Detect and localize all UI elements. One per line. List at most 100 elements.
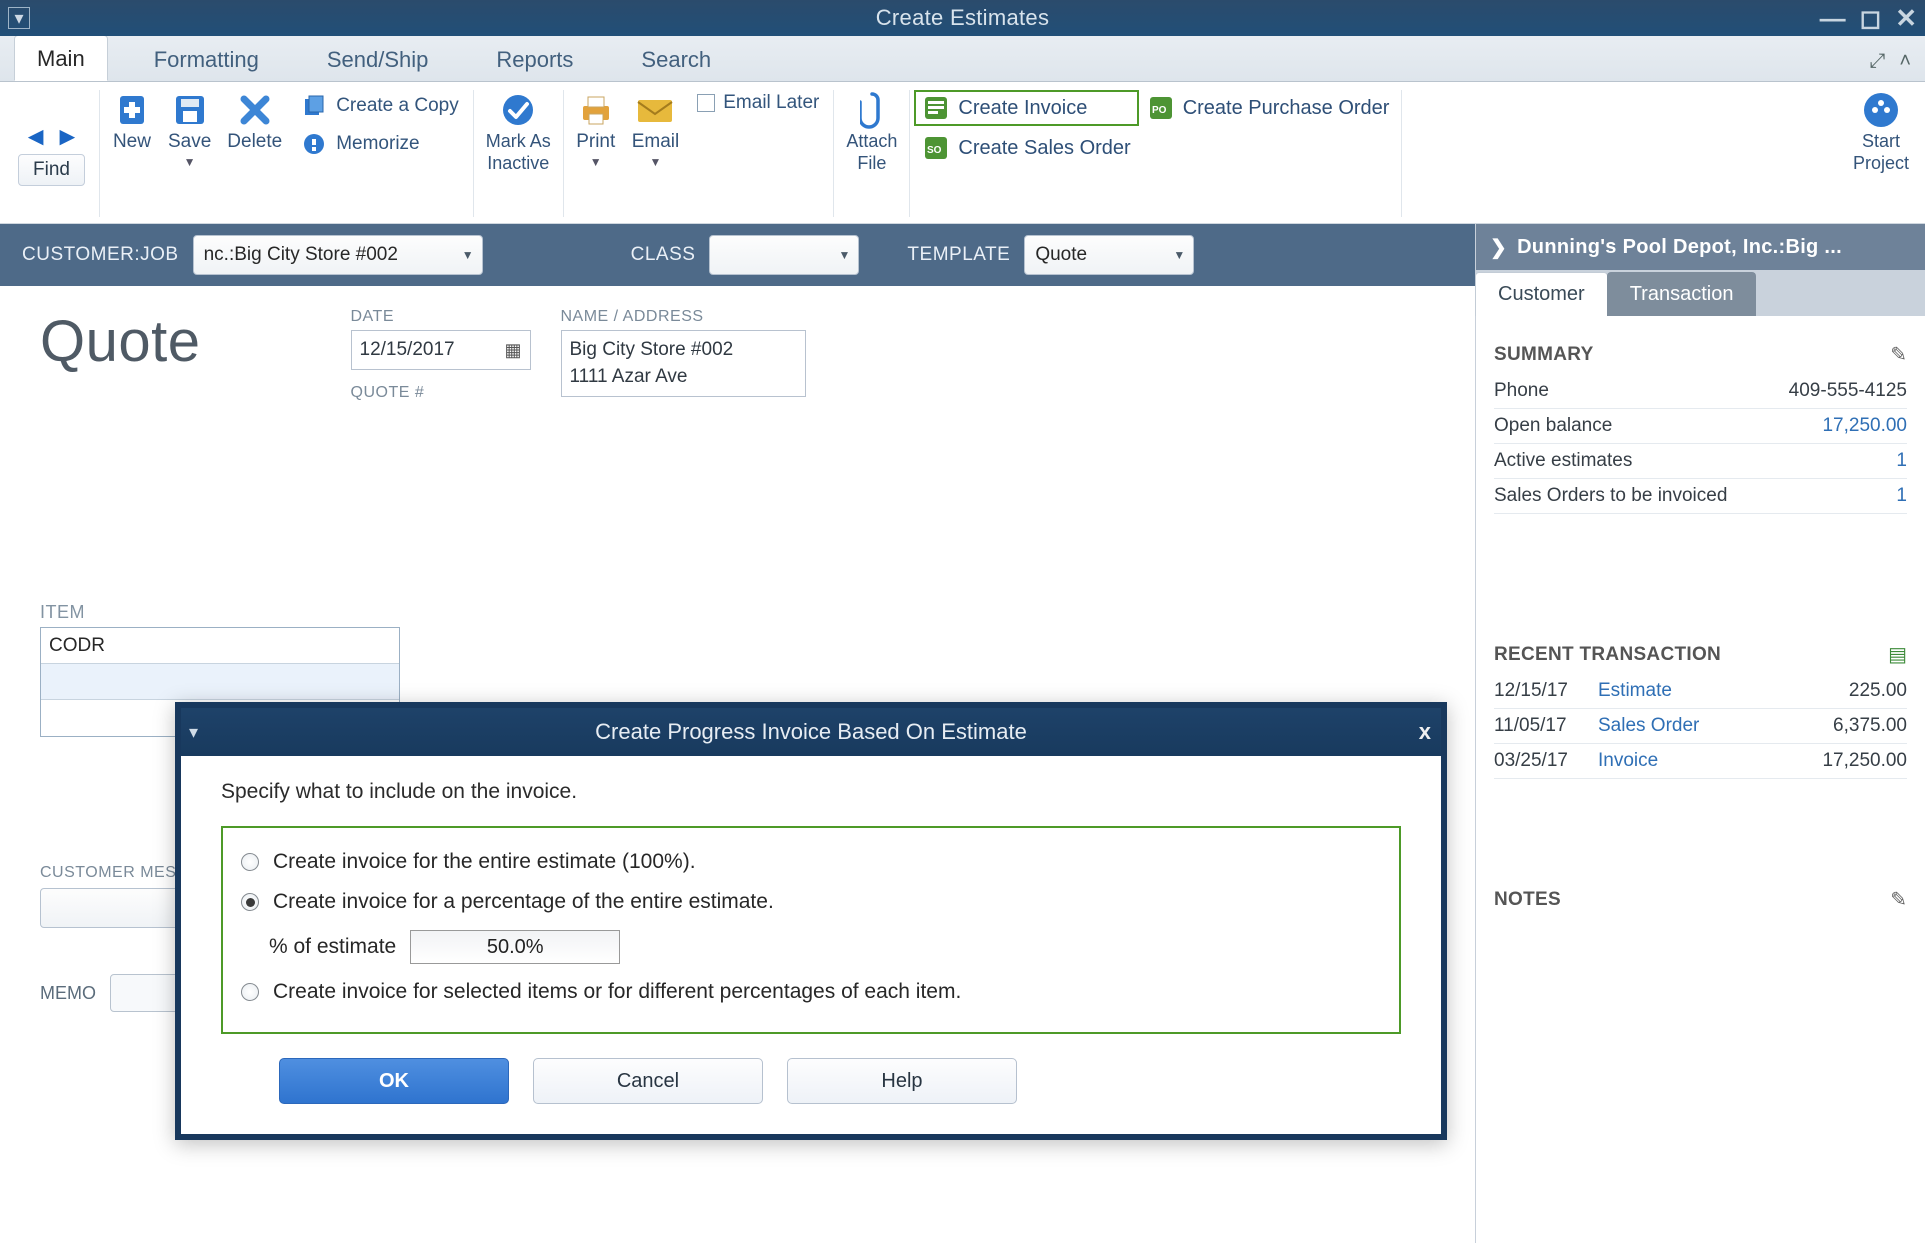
print-dropdown-icon[interactable]: ▼ (590, 155, 602, 169)
expand-icon[interactable]: ⤢ (1869, 50, 1885, 73)
dialog-prompt: Specify what to include on the invoice. (221, 780, 1401, 804)
radio-icon (241, 983, 259, 1001)
delete-button[interactable]: Delete (221, 88, 288, 155)
summary-heading: SUMMARY (1494, 344, 1594, 366)
customer-job-dropdown[interactable]: nc.:Big City Store #002 (193, 235, 483, 275)
find-button[interactable]: Find (18, 154, 85, 186)
mark-inactive-button[interactable]: Mark As Inactive (480, 88, 557, 176)
percentage-row: % of estimate (241, 922, 1381, 972)
sales-order-icon: SO (922, 134, 950, 162)
date-input[interactable]: 12/15/2017▦ (351, 330, 531, 370)
dialog-help-button[interactable]: Help (787, 1058, 1017, 1104)
email-later-checkbox[interactable]: Email Later (697, 92, 819, 114)
phone-label: Phone (1494, 380, 1549, 402)
recent-row[interactable]: 12/15/17Estimate225.00 (1494, 674, 1907, 709)
item-column-label: ITEM (40, 602, 400, 623)
estimate-form: CUSTOMER:JOB nc.:Big City Store #002 CLA… (0, 224, 1475, 1243)
recent-filter-icon[interactable]: ▤ (1888, 642, 1907, 667)
memorize-button[interactable]: Memorize (300, 130, 419, 158)
template-dropdown[interactable]: Quote (1024, 235, 1194, 275)
ribbon-toolbar: ◄► Find New Save ▼ Delete Create a Copy … (0, 82, 1925, 224)
tab-send-ship[interactable]: Send/Ship (305, 37, 451, 81)
dialog-close-icon[interactable]: x (1419, 719, 1431, 745)
prev-record-icon[interactable]: ◄ (23, 121, 49, 152)
recent-row[interactable]: 03/25/17Invoice17,250.00 (1494, 744, 1907, 779)
window-title: Create Estimates (0, 5, 1925, 31)
class-label: CLASS (631, 244, 696, 266)
create-invoice-button[interactable]: Create Invoice (916, 92, 1136, 124)
create-purchase-order-button[interactable]: PO Create Purchase Order (1141, 92, 1396, 124)
class-dropdown[interactable] (709, 235, 859, 275)
nav-arrows[interactable]: ◄► (23, 121, 80, 152)
ribbon-tabs: Main Formatting Send/Ship Reports Search… (0, 36, 1925, 82)
new-button[interactable]: New (106, 88, 158, 155)
print-button[interactable]: Print ▼ (570, 88, 622, 171)
dialog-cancel-button[interactable]: Cancel (533, 1058, 763, 1104)
radio-percentage[interactable]: Create invoice for a percentage of the e… (241, 882, 1381, 922)
create-a-copy-button[interactable]: Create a Copy (300, 92, 459, 120)
customer-job-label: CUSTOMER:JOB (22, 244, 179, 266)
so-to-invoice-label: Sales Orders to be invoiced (1494, 485, 1727, 507)
dialog-ok-button[interactable]: OK (279, 1058, 509, 1104)
radio-icon (241, 893, 259, 911)
save-icon (170, 90, 210, 130)
rail-tab-customer[interactable]: Customer (1475, 272, 1608, 316)
print-icon (576, 90, 616, 130)
email-button[interactable]: Email ▼ (626, 88, 686, 171)
dialog-sys-icon[interactable]: ▾ (189, 722, 198, 743)
dialog-title-bar: ▾ Create Progress Invoice Based On Estim… (181, 708, 1441, 756)
svg-text:SO: SO (927, 145, 942, 156)
rail-tab-transaction[interactable]: Transaction (1607, 272, 1757, 316)
open-balance-label: Open balance (1494, 415, 1612, 437)
create-sales-order-button[interactable]: SO Create Sales Order (916, 132, 1136, 164)
memorize-icon (300, 130, 328, 158)
edit-summary-icon[interactable]: ✎ (1890, 342, 1907, 367)
radio-entire-estimate[interactable]: Create invoice for the entire estimate (… (241, 842, 1381, 882)
tab-search[interactable]: Search (619, 37, 733, 81)
edit-notes-icon[interactable]: ✎ (1890, 887, 1907, 912)
percent-input[interactable] (410, 930, 620, 964)
invoice-icon (922, 94, 950, 122)
save-button[interactable]: Save ▼ (162, 88, 217, 171)
radio-icon (241, 853, 259, 871)
start-project-button[interactable]: Start Project (1847, 88, 1915, 176)
item-row[interactable]: CODR (41, 628, 399, 664)
copy-icon (300, 92, 328, 120)
paperclip-icon (852, 90, 892, 130)
notes-heading: NOTES (1494, 889, 1561, 911)
name-address-label: NAME / ADDRESS (561, 308, 806, 326)
dialog-title: Create Progress Invoice Based On Estimat… (595, 719, 1027, 745)
tab-main[interactable]: Main (14, 35, 108, 81)
date-label: DATE (351, 308, 531, 326)
recent-transaction-heading: RECENT TRANSACTION (1494, 644, 1721, 666)
progress-invoice-dialog: ▾ Create Progress Invoice Based On Estim… (175, 702, 1447, 1140)
email-dropdown-icon[interactable]: ▼ (650, 155, 662, 169)
right-rail: ❯ Dunning's Pool Depot, Inc.:Big ... Cus… (1475, 224, 1925, 1243)
recent-row[interactable]: 11/05/17Sales Order6,375.00 (1494, 709, 1907, 744)
active-estimates-label: Active estimates (1494, 450, 1632, 472)
percent-label: % of estimate (269, 935, 396, 959)
phone-value: 409-555-4125 (1789, 380, 1907, 402)
window-title-bar: ▾ Create Estimates — ◻ ✕ (0, 0, 1925, 36)
project-icon (1861, 90, 1901, 130)
attach-file-button[interactable]: Attach File (840, 88, 903, 176)
quote-num-label: QUOTE # (351, 384, 531, 402)
template-label: TEMPLATE (907, 244, 1010, 266)
tab-formatting[interactable]: Formatting (132, 37, 281, 81)
tab-reports[interactable]: Reports (474, 37, 595, 81)
memo-label: MEMO (40, 983, 96, 1004)
check-icon (498, 90, 538, 130)
checkbox-icon (697, 94, 715, 112)
calendar-icon[interactable]: ▦ (504, 340, 521, 361)
delete-icon (235, 90, 275, 130)
rail-header[interactable]: ❯ Dunning's Pool Depot, Inc.:Big ... (1476, 224, 1925, 270)
so-to-invoice-value[interactable]: 1 (1896, 485, 1907, 507)
next-record-icon[interactable]: ► (54, 121, 80, 152)
active-estimates-value[interactable]: 1 (1896, 450, 1907, 472)
radio-selected-items[interactable]: Create invoice for selected items or for… (241, 972, 1381, 1012)
collapse-ribbon-icon[interactable]: ˄ (1899, 50, 1911, 73)
item-row[interactable] (41, 664, 399, 700)
open-balance-value[interactable]: 17,250.00 (1822, 415, 1907, 437)
address-box[interactable]: Big City Store #002 1111 Azar Ave (561, 330, 806, 397)
save-dropdown-icon[interactable]: ▼ (184, 155, 196, 169)
